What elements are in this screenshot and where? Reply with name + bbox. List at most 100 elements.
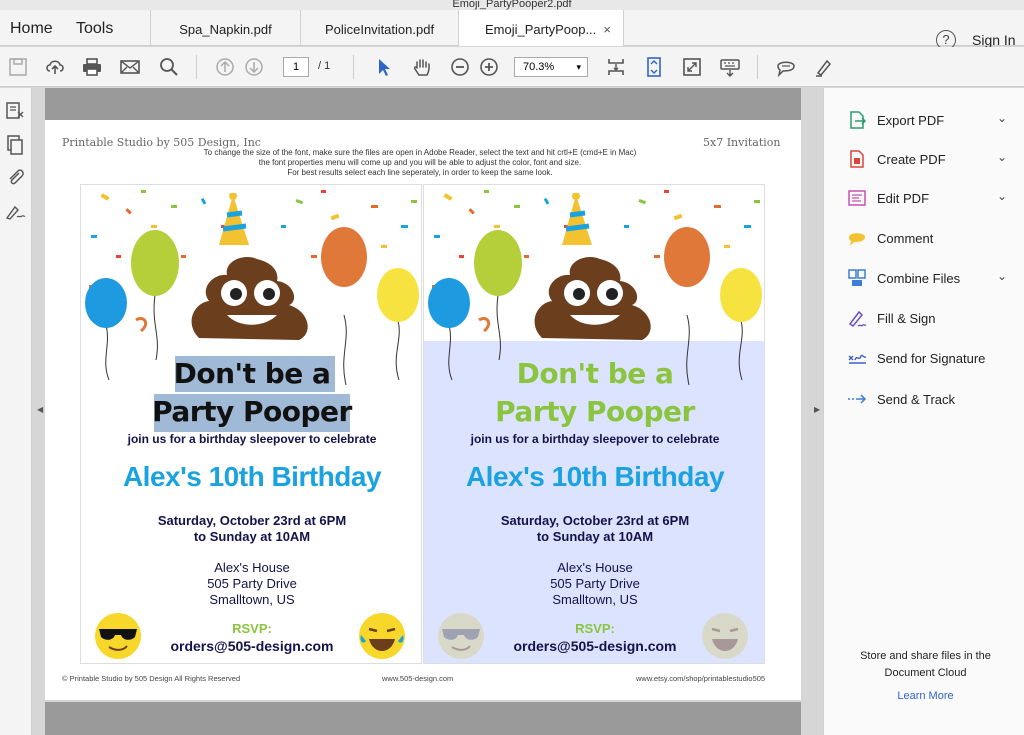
comment-icon — [849, 233, 865, 246]
tool-label: Create PDF — [877, 152, 946, 167]
instruction-line: To change the size of the font, make sur… — [203, 148, 637, 157]
combine-files-tool[interactable]: Combine Files ⌄ — [847, 268, 1017, 290]
poop-emoji-icon — [534, 193, 651, 340]
window-titlebar: Emoji_PartyPooper2.pdf — [0, 0, 1024, 10]
page-gap — [45, 88, 801, 120]
invite-title-line2[interactable]: Party Pooper — [81, 395, 421, 428]
tab-police-invitation[interactable]: PoliceInvitation.pdf — [300, 10, 458, 46]
promo-line: Document Cloud — [884, 667, 967, 679]
tool-label: Comment — [877, 231, 934, 246]
fill-sign-icon — [848, 310, 867, 328]
laughing-emoji-icon — [702, 613, 748, 659]
invite-join-line[interactable]: join us for a birthday sleepover to cele… — [424, 432, 764, 446]
invite-address-line2[interactable]: 505 Party Drive — [81, 576, 421, 591]
create-pdf-icon — [850, 150, 864, 168]
window-title: Emoji_PartyPooper2.pdf — [452, 0, 572, 10]
search-icon[interactable] — [157, 55, 181, 79]
promo-line: Store and share files in the — [860, 650, 991, 662]
edit-pdf-tool[interactable]: Edit PDF ⌄ — [847, 188, 1017, 210]
main-toolbar: 1 / 1 70.3% ▾ — [0, 47, 1024, 87]
upload-icon[interactable] — [43, 55, 67, 79]
home-tab[interactable]: Home — [10, 20, 53, 38]
zoom-in-icon[interactable] — [477, 55, 501, 79]
invite-address-line1[interactable]: Alex's House — [424, 560, 764, 575]
invite-address-line2[interactable]: 505 Party Drive — [424, 576, 764, 591]
prev-page-icon[interactable] — [213, 55, 237, 79]
edit-pdf-icon — [848, 190, 866, 206]
send-signature-icon — [848, 354, 867, 364]
page-number-input[interactable]: 1 — [283, 57, 309, 77]
invite-birthday[interactable]: Alex's 10th Birthday — [424, 461, 764, 493]
select-cursor-icon[interactable] — [372, 55, 396, 79]
invite-birthday[interactable]: Alex's 10th Birthday — [81, 461, 421, 493]
comment-icon[interactable] — [774, 55, 798, 79]
invite-date-line1[interactable]: Saturday, October 23rd at 6PM — [424, 513, 764, 528]
collapse-right-icon[interactable]: ▶ — [814, 405, 820, 414]
page-total: / 1 — [318, 60, 331, 72]
laughing-emoji-icon — [359, 613, 405, 659]
instruction-line: For best results select each line sepera… — [287, 168, 553, 177]
sign-in-button[interactable]: Sign In — [972, 32, 1016, 48]
page-gap — [45, 702, 801, 735]
chevron-down-icon[interactable]: ⌄ — [997, 150, 1007, 164]
invite-date-line2[interactable]: to Sunday at 10AM — [424, 529, 764, 544]
tab-label: Spa_Napkin.pdf — [179, 22, 272, 37]
doc-footer-right: www.etsy.com/shop/printablestudio505 — [636, 674, 766, 683]
invite-title-line1[interactable]: Don't be a — [81, 357, 421, 390]
invitation-card-left: Don't be a Party Pooper join us for a bi… — [80, 184, 422, 664]
send-for-signature-tool[interactable]: Send for Signature — [847, 348, 1017, 370]
chevron-down-icon[interactable]: ⌄ — [997, 189, 1007, 203]
invite-join-line[interactable]: join us for a birthday sleepover to cele… — [81, 432, 421, 446]
toolbar-divider — [353, 55, 354, 79]
tab-emoji-party-pooper[interactable]: Emoji_PartyPoop... × — [458, 10, 624, 46]
learn-more-link[interactable]: Learn More — [833, 690, 1018, 702]
keyboard-icon[interactable] — [718, 55, 742, 79]
tab-spa-napkin[interactable]: Spa_Napkin.pdf — [150, 10, 300, 46]
invite-address-line3[interactable]: Smalltown, US — [81, 592, 421, 607]
invite-address-line1[interactable]: Alex's House — [81, 560, 421, 575]
invite-address-line3[interactable]: Smalltown, US — [424, 592, 764, 607]
collapse-left-icon[interactable]: ◀ — [37, 405, 43, 414]
fill-sign-tool[interactable]: Fill & Sign — [847, 308, 1017, 330]
save-icon[interactable] — [6, 55, 30, 79]
zoom-out-icon[interactable] — [448, 55, 472, 79]
instruction-line: the font properties menu will come up an… — [258, 158, 582, 167]
invitation-card-right: Don't be a Party Pooper join us for a bi… — [423, 184, 765, 664]
send-track-tool[interactable]: Send & Track — [847, 389, 1017, 411]
invite-date-line2[interactable]: to Sunday at 10AM — [81, 529, 421, 544]
export-pdf-tool[interactable]: Export PDF ⌄ — [847, 110, 1017, 132]
email-icon[interactable] — [118, 55, 142, 79]
invite-title-line1[interactable]: Don't be a — [424, 357, 764, 390]
combine-files-icon — [848, 269, 866, 286]
fit-page-icon[interactable] — [604, 55, 628, 79]
page-thumbnails-icon[interactable] — [4, 100, 26, 122]
poop-emoji-icon — [191, 193, 308, 340]
close-tab-icon[interactable]: × — [603, 10, 611, 50]
doc-footer-left: © Printable Studio by 505 Design All Rig… — [62, 674, 241, 683]
chevron-down-icon[interactable]: ⌄ — [997, 269, 1007, 283]
chevron-down-icon: ▾ — [576, 62, 581, 72]
fullscreen-icon[interactable] — [680, 55, 704, 79]
zoom-select[interactable]: 70.3% ▾ — [514, 57, 588, 77]
tab-bar: Home Tools Spa_Napkin.pdf PoliceInvitati… — [0, 10, 1024, 50]
toolbar-divider — [757, 55, 758, 79]
chevron-down-icon[interactable]: ⌄ — [997, 111, 1007, 125]
toolbar-divider — [196, 55, 197, 79]
bookmarks-icon[interactable] — [4, 134, 26, 156]
zoom-value: 70.3% — [523, 61, 555, 73]
tool-label: Edit PDF — [877, 191, 930, 206]
scroll-mode-icon[interactable] — [642, 55, 666, 79]
invite-date-line1[interactable]: Saturday, October 23rd at 6PM — [81, 513, 421, 528]
print-icon[interactable] — [80, 55, 104, 79]
highlight-icon[interactable] — [812, 55, 836, 79]
create-pdf-tool[interactable]: Create PDF ⌄ — [847, 149, 1017, 171]
signature-icon[interactable] — [4, 200, 26, 222]
next-page-icon[interactable] — [242, 55, 266, 79]
left-rail — [0, 88, 32, 735]
attachment-icon[interactable] — [4, 166, 26, 188]
comment-tool[interactable]: Comment — [847, 228, 1017, 250]
invite-title-line2[interactable]: Party Pooper — [424, 395, 764, 428]
tools-tab[interactable]: Tools — [76, 20, 113, 38]
hand-icon[interactable] — [410, 55, 434, 79]
doc-footer-center: www.505-design.com — [382, 674, 454, 683]
